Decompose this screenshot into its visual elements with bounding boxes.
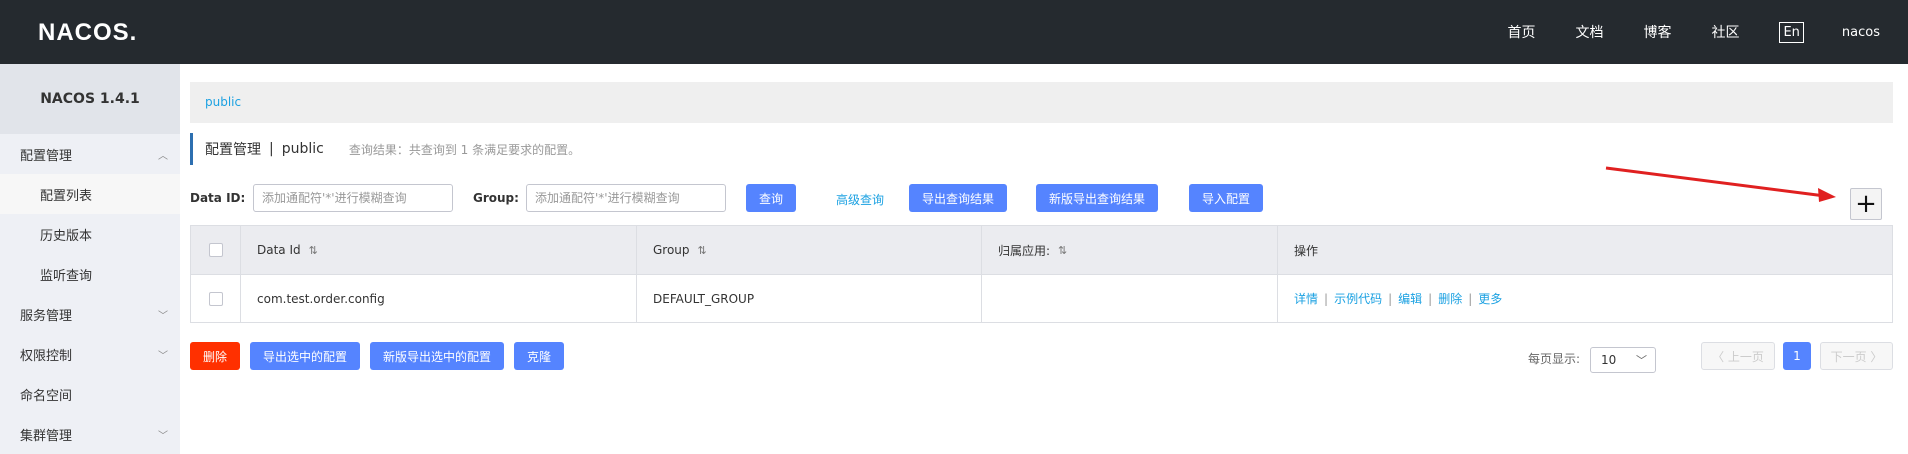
advanced-query-link[interactable]: 高级查询: [836, 191, 884, 208]
prev-page-button[interactable]: 〈 上一页: [1701, 342, 1775, 370]
page-size-select[interactable]: 10 ﹀: [1590, 347, 1656, 373]
table-footer: 删除 导出选中的配置 新版导出选中的配置 克隆 每页显示: 10 ﹀ 〈 上一页…: [190, 342, 1893, 373]
sidebar-item-label: 命名空间: [20, 388, 73, 404]
op-separator: |: [1428, 291, 1433, 306]
column-header-label: Group: [653, 243, 690, 257]
op-sample-code-link[interactable]: 示例代码: [1334, 290, 1382, 307]
column-header-label: 归属应用:: [998, 243, 1051, 258]
table-row: com.test.order.config DEFAULT_GROUP 详情 | …: [191, 274, 1892, 322]
op-separator: |: [1388, 291, 1393, 306]
cell-operations: 详情 | 示例代码 | 编辑 | 删除 | 更多: [1278, 275, 1892, 322]
sidebar-item-config-management[interactable]: 配置管理 ︿: [0, 134, 180, 174]
cell-data-id: com.test.order.config: [241, 275, 637, 322]
column-header-label: Data Id: [257, 243, 301, 257]
column-header-label: 操作: [1294, 243, 1319, 258]
sidebar-item-history[interactable]: 历史版本: [0, 214, 180, 254]
top-nav-links: 首页 文档 博客 社区 En nacos: [1507, 0, 1908, 64]
config-table: Data Id ⇅ Group ⇅ 归属应用: ⇅ 操作 com.test.order…: [190, 225, 1893, 323]
op-details-link[interactable]: 详情: [1294, 290, 1318, 307]
sidebar-item-service-management[interactable]: 服务管理 ﹀: [0, 294, 180, 334]
sidebar-item-label: 配置管理: [20, 148, 73, 164]
nav-docs[interactable]: 文档: [1575, 22, 1603, 42]
namespace-bar: public: [190, 82, 1893, 123]
add-config-button[interactable]: +: [1850, 188, 1882, 220]
nav-community[interactable]: 社区: [1711, 22, 1739, 42]
sidebar-item-config-list[interactable]: 配置列表: [0, 174, 180, 214]
chevron-down-icon: ﹀: [1636, 354, 1647, 367]
chevron-down-icon: ﹀: [158, 310, 168, 322]
query-button[interactable]: 查询: [746, 184, 796, 212]
page-title-text: 配置管理: [205, 142, 261, 158]
title-separator: |: [269, 141, 274, 157]
sidebar-item-access-control[interactable]: 权限控制 ﹀: [0, 334, 180, 374]
row-checkbox-cell: [191, 275, 241, 322]
namespace-tab-public[interactable]: public: [205, 95, 241, 109]
sort-icon[interactable]: ⇅: [309, 244, 318, 257]
page-title: 配置管理 | public 查询结果：共查询到 1 条满足要求的配置。: [190, 133, 580, 165]
sidebar-item-namespace[interactable]: 命名空间: [0, 374, 180, 414]
op-more-link[interactable]: 更多: [1478, 290, 1502, 307]
sidebar-item-label: 历史版本: [40, 228, 93, 244]
page-size-value: 10: [1601, 353, 1617, 367]
row-checkbox[interactable]: [209, 291, 223, 306]
new-export-results-button[interactable]: 新版导出查询结果: [1036, 184, 1158, 212]
op-delete-link[interactable]: 删除: [1438, 290, 1462, 307]
sidebar-item-label: 配置列表: [40, 188, 93, 204]
header-checkbox-cell: [191, 226, 241, 274]
data-id-label: Data ID:: [190, 191, 246, 205]
user-name[interactable]: nacos: [1842, 25, 1880, 40]
nacos-logo[interactable]: NACOS.: [38, 19, 137, 47]
table-header: Data Id ⇅ Group ⇅ 归属应用: ⇅ 操作: [191, 226, 1892, 274]
sidebar-item-label: 集群管理: [20, 428, 73, 444]
nav-blog[interactable]: 博客: [1643, 22, 1671, 42]
clone-button[interactable]: 克隆: [514, 342, 564, 370]
arrow-head: [1818, 188, 1836, 202]
group-label: Group:: [473, 191, 519, 205]
delete-button[interactable]: 删除: [190, 342, 240, 370]
cell-app: [982, 275, 1278, 322]
sidebar-item-label: 权限控制: [20, 348, 73, 364]
header-data-id[interactable]: Data Id ⇅: [241, 226, 637, 274]
sidebar-version: NACOS 1.4.1: [0, 64, 180, 134]
page-1-button[interactable]: 1: [1783, 342, 1811, 370]
new-export-selected-button[interactable]: 新版导出选中的配置: [370, 342, 504, 370]
arrow-line: [1605, 166, 1826, 198]
import-config-button[interactable]: 导入配置: [1189, 184, 1263, 212]
select-all-checkbox[interactable]: [209, 243, 223, 257]
sidebar: NACOS 1.4.1 配置管理 ︿ 配置列表 历史版本 监听查询 服务管理 ﹀…: [0, 64, 180, 454]
top-navbar: NACOS. 首页 文档 博客 社区 En nacos: [0, 0, 1908, 64]
sort-icon[interactable]: ⇅: [1058, 244, 1067, 257]
sidebar-item-listener-query[interactable]: 监听查询: [0, 254, 180, 294]
chevron-up-icon: ︿: [158, 150, 168, 162]
next-page-button[interactable]: 下一页 〉: [1820, 342, 1893, 370]
page-size-label: 每页显示:: [1528, 352, 1581, 366]
sidebar-item-label: 监听查询: [40, 268, 93, 284]
query-result-info: 查询结果：共查询到 1 条满足要求的配置。: [348, 142, 581, 157]
sort-icon[interactable]: ⇅: [698, 244, 707, 257]
page-title-namespace: public: [281, 141, 324, 157]
chevron-down-icon: ﹀: [158, 350, 168, 362]
data-id-input[interactable]: 添加通配符'*'进行模糊查询: [253, 184, 453, 212]
sidebar-item-cluster-management[interactable]: 集群管理 ﹀: [0, 414, 180, 454]
annotation-arrow: [1605, 166, 1836, 202]
cell-group: DEFAULT_GROUP: [637, 275, 982, 322]
op-edit-link[interactable]: 编辑: [1398, 290, 1422, 307]
language-toggle[interactable]: En: [1779, 21, 1804, 43]
export-results-button[interactable]: 导出查询结果: [909, 184, 1007, 212]
export-selected-button[interactable]: 导出选中的配置: [250, 342, 360, 370]
header-app[interactable]: 归属应用: ⇅: [982, 226, 1278, 274]
op-separator: |: [1468, 291, 1473, 306]
op-separator: |: [1324, 291, 1329, 306]
chevron-down-icon: ﹀: [158, 430, 168, 442]
group-input[interactable]: 添加通配符'*'进行模糊查询: [526, 184, 726, 212]
header-group[interactable]: Group ⇅: [637, 226, 982, 274]
header-operations: 操作: [1278, 226, 1892, 274]
sidebar-item-label: 服务管理: [20, 308, 73, 324]
nav-home[interactable]: 首页: [1507, 22, 1535, 42]
